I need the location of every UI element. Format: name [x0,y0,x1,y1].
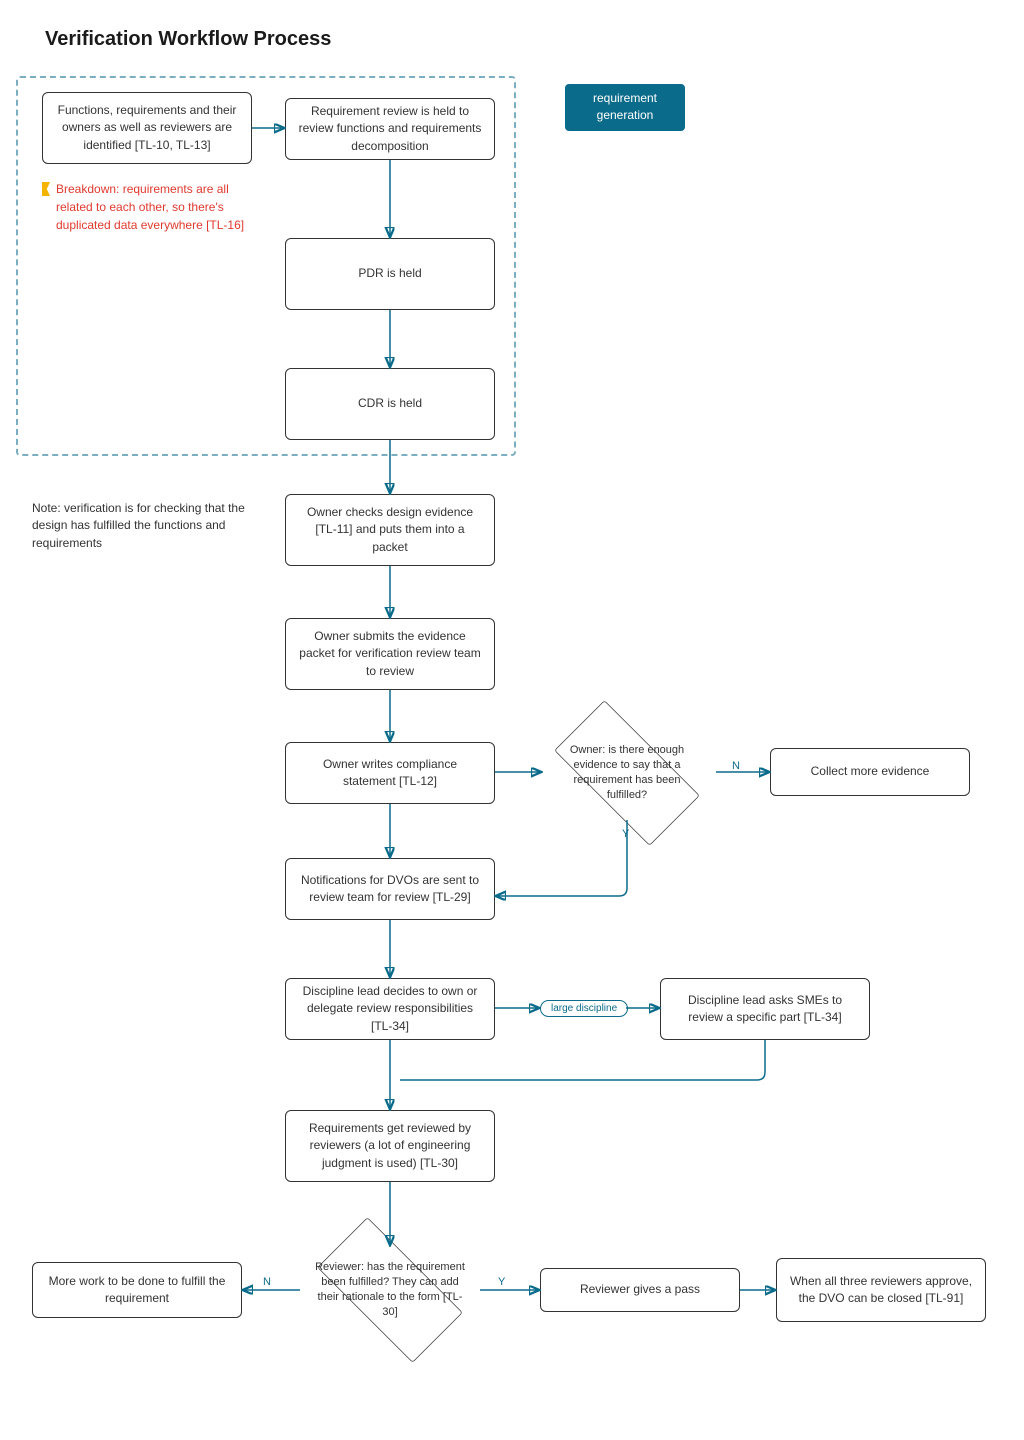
node-identify-functions: Functions, requirements and their owners… [42,92,252,164]
flag-icon [42,182,50,196]
decision-enough-evidence: Owner: is there enough evidence to say t… [532,723,722,823]
node-collect-more: Collect more evidence [770,748,970,796]
node-owner-submits: Owner submits the evidence packet for ve… [285,618,495,690]
node-requirement-review: Requirement review is held to review fun… [285,98,495,160]
node-pdr: PDR is held [285,238,495,310]
page-title: Verification Workflow Process [45,28,331,51]
pill-large-discipline: large discipline [540,1000,628,1017]
node-reviewer-pass: Reviewer gives a pass [540,1268,740,1312]
node-requirements-reviewed: Requirements get reviewed by reviewers (… [285,1110,495,1182]
decision-text: Owner: is there enough evidence to say t… [532,743,722,802]
note-verification: Note: verification is for checking that … [32,500,272,552]
node-sme-review: Discipline lead asks SMEs to review a sp… [660,978,870,1040]
node-cdr: CDR is held [285,368,495,440]
node-discipline-lead: Discipline lead decides to own or delega… [285,978,495,1040]
label-y-2: Y [498,1276,505,1288]
node-more-work: More work to be done to fulfill the requ… [32,1262,242,1318]
node-owner-compliance: Owner writes compliance statement [TL-12… [285,742,495,804]
label-n-2: N [263,1276,271,1288]
label-n-1: N [732,760,740,772]
node-owner-checks-evidence: Owner checks design evidence [TL-11] and… [285,494,495,566]
tag-requirement-generation: requirement generation [565,84,685,131]
decision-requirement-fulfilled: Reviewer: has the requirement been fulfi… [295,1240,485,1340]
node-dvo-closed: When all three reviewers approve, the DV… [776,1258,986,1322]
decision-text-2: Reviewer: has the requirement been fulfi… [295,1260,485,1319]
breakdown-text: Breakdown: requirements are all related … [56,180,262,234]
label-y-1: Y [622,828,629,840]
note-breakdown: Breakdown: requirements are all related … [42,180,262,234]
node-notifications: Notifications for DVOs are sent to revie… [285,858,495,920]
